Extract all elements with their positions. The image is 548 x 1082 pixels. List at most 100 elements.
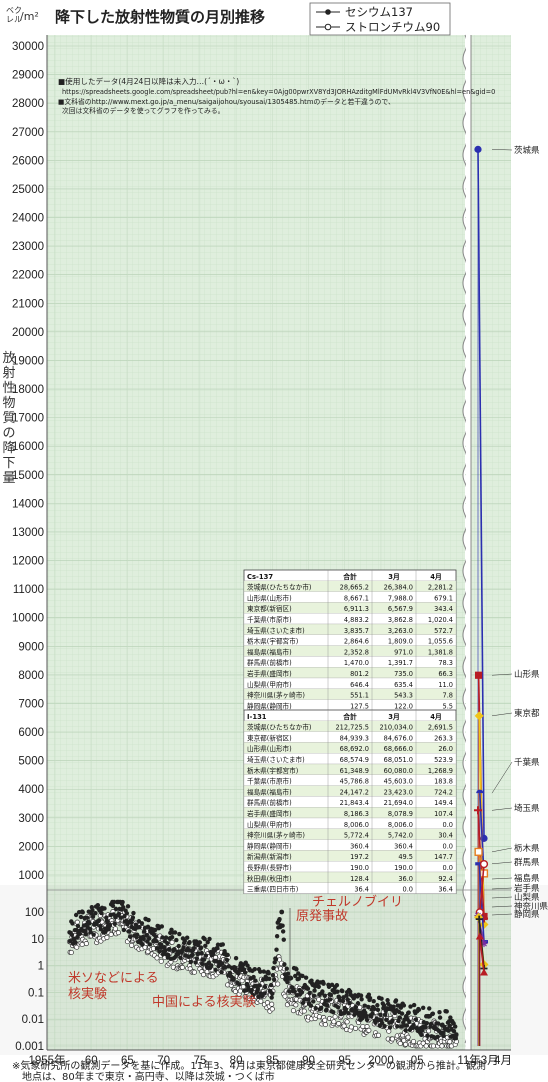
cesium-point [403, 1028, 408, 1033]
y-label-char: 物 [2, 396, 15, 411]
cesium-point [273, 956, 279, 962]
cesium-point [271, 977, 277, 982]
strontium-point [439, 1043, 445, 1049]
series-2011-point-april [479, 859, 489, 869]
cesium-point [141, 936, 146, 942]
y-label-char: 射 [2, 365, 15, 381]
table-cell: 千葉県(市原市) [247, 615, 292, 624]
table-cell: 0.0 [443, 821, 454, 829]
cesium-point [252, 966, 257, 972]
table-cell: 栃木県(宇都宮市) [247, 637, 298, 646]
y-tick-label: 10000 [12, 613, 44, 625]
y-tick-label: 7000 [18, 698, 44, 710]
cesium-point [224, 957, 230, 963]
strontium-point [269, 1001, 275, 1007]
table-cell: 149.4 [434, 799, 453, 807]
table-cell: 東京都(新宿区) [247, 604, 292, 613]
strontium-point [336, 1021, 342, 1027]
legend-marker-cs [325, 9, 331, 15]
table-cell: 122.0 [394, 702, 413, 710]
cesium-point [169, 934, 175, 940]
cesium-point [378, 1012, 383, 1018]
cesium-point [87, 921, 92, 926]
cesium-point [130, 915, 136, 920]
cesium-point [427, 1006, 432, 1011]
table-cell: 128.4 [350, 875, 369, 883]
cesium-point [407, 1019, 412, 1025]
y-label-char: 量 [2, 471, 15, 486]
cesium-point [120, 899, 125, 905]
table-cell: 5,772.4 [344, 832, 369, 840]
y-axis-label: 放射性物質の降下量 [2, 351, 15, 486]
cesium-point [166, 946, 172, 952]
cesium-point [197, 940, 203, 945]
cesium-point [328, 992, 334, 998]
table-cell: 26,384.0 [384, 584, 413, 592]
cesium-point [140, 942, 145, 947]
y-tick-label: 14000 [12, 498, 44, 510]
table-cell: 8,078.9 [388, 810, 413, 818]
table-cell: 84,939.3 [340, 734, 369, 742]
table-cell: 3,862.8 [388, 616, 413, 624]
y-label-char: の [2, 426, 15, 441]
strontium-point [275, 981, 281, 987]
legend-label-sr: ストロンチウム90 [345, 20, 440, 34]
table-cell: 343.4 [434, 605, 453, 613]
y-tick-label-log: 0.1 [28, 987, 44, 999]
table-title: Cs-137 [247, 573, 273, 581]
cesium-point [281, 937, 286, 942]
cesium-point [166, 952, 171, 958]
cesium-point [69, 932, 75, 938]
table-cell: 60,080.0 [384, 767, 413, 775]
cesium-point [311, 999, 316, 1004]
cesium-point [343, 1007, 349, 1012]
cesium-point [437, 1015, 443, 1020]
cesium-point [112, 921, 117, 926]
y-tick-label: 6000 [18, 727, 44, 739]
table-cell: 0.0 [443, 864, 454, 872]
table-header: 4月 [430, 573, 442, 581]
table-cell: 0.0 [443, 842, 454, 850]
cesium-point [219, 970, 224, 975]
cesium-point [274, 947, 279, 952]
footnote-line-2: 地点は、80年まで東京・高円寺、以降は茨城・つくば市 [12, 1070, 275, 1082]
cesium-point [280, 929, 286, 934]
table-cell: 山梨県(甲府市) [247, 680, 292, 689]
table-cell: 523.9 [434, 756, 453, 764]
cesium-point [303, 975, 309, 980]
table-cell: 福島県(福島市) [247, 787, 292, 796]
y-tick-label: 22000 [12, 270, 44, 282]
cesium-point [311, 993, 317, 999]
table-cell: 68,574.9 [340, 756, 369, 764]
y-tick-label: 15000 [12, 470, 44, 482]
strontium-point [240, 984, 246, 990]
strontium-point [430, 1043, 437, 1049]
y-tick-label: 3000 [18, 813, 44, 825]
cesium-point [128, 934, 133, 939]
unit-label: /m² [20, 10, 39, 23]
table-cell: 1,055.6 [428, 638, 453, 646]
y-tick-label: 23000 [12, 241, 44, 253]
annotation-chernobyl-1: チェルノブイリ [312, 894, 403, 910]
prefecture-label: 静岡県 [514, 909, 540, 920]
strontium-point [348, 1024, 354, 1030]
cesium-point [393, 998, 399, 1003]
cesium-point [172, 930, 178, 935]
table-cell: 茨城県(ひたちなか市) [247, 723, 312, 732]
table-cell: 東京都(新宿区) [247, 733, 292, 742]
cesium-point [397, 1015, 402, 1020]
series-2011-point-march [475, 671, 483, 679]
cesium-point [346, 1010, 351, 1016]
cesium-point [191, 946, 197, 951]
cesium-point [200, 961, 205, 966]
y-label-char: 放 [2, 351, 15, 366]
table-cell: 107.4 [434, 810, 453, 818]
table-cell: 543.3 [394, 692, 413, 700]
table-cell: 551.1 [350, 692, 369, 700]
table-cell: 68,051.0 [384, 756, 413, 764]
cesium-point [270, 991, 275, 996]
cesium-point [231, 976, 236, 982]
table-cell: 新潟県(新潟市) [247, 852, 292, 861]
y-tick-label: 2000 [18, 841, 44, 853]
table-header: 合計 [342, 712, 357, 721]
